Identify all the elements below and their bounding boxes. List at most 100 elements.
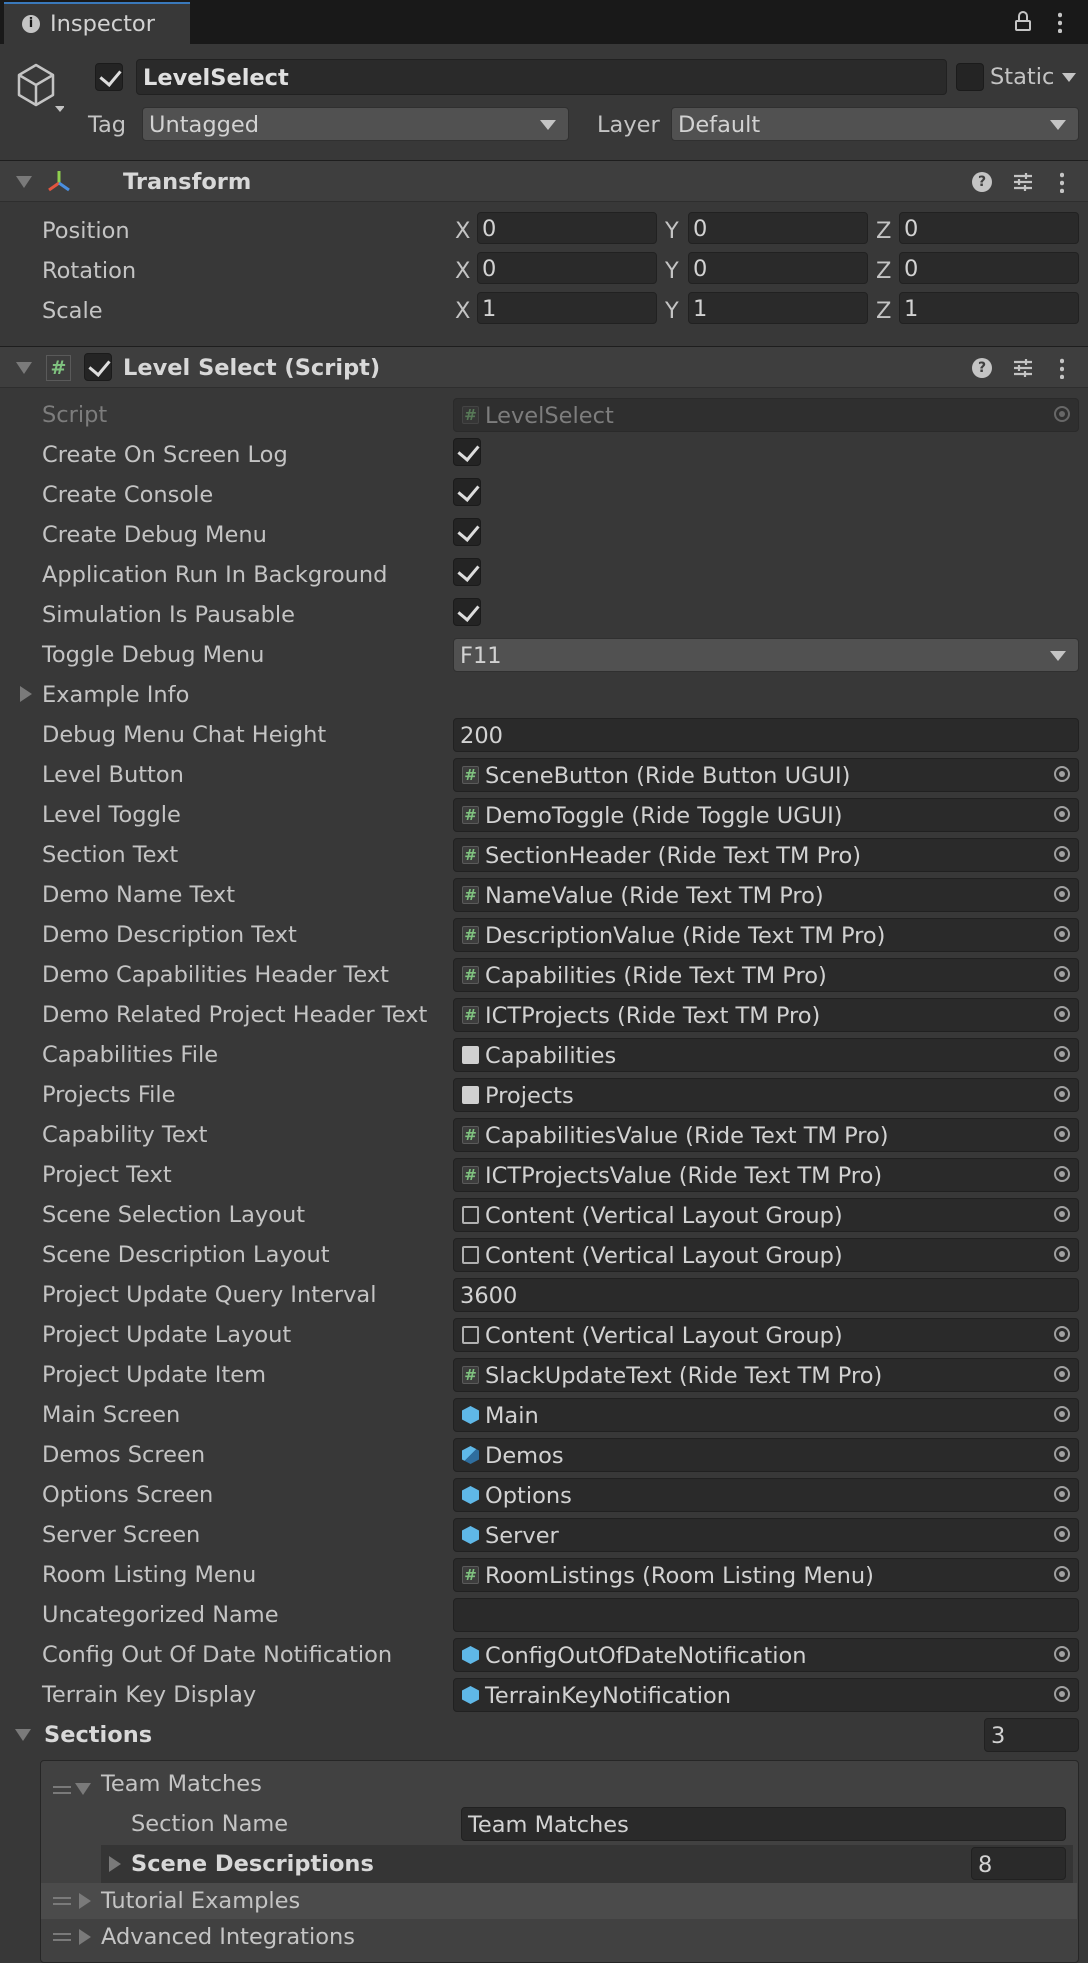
query-interval-field[interactable]: 3600: [453, 1278, 1079, 1312]
object-picker-icon[interactable]: [1054, 806, 1070, 822]
layer-dropdown[interactable]: Default: [671, 107, 1079, 141]
object-reference-field[interactable]: Server: [453, 1518, 1079, 1552]
axis-y-label[interactable]: Y: [665, 260, 679, 283]
object-reference-field[interactable]: Capabilities: [453, 1038, 1079, 1072]
object-reference-field[interactable]: Content (Vertical Layout Group): [453, 1318, 1079, 1352]
axis-y-label[interactable]: Y: [665, 220, 679, 243]
transform-header[interactable]: Transform ?: [0, 160, 1088, 202]
object-picker-icon[interactable]: [1054, 1526, 1070, 1542]
axis-z-label[interactable]: Z: [876, 220, 891, 243]
tag-dropdown[interactable]: Untagged: [142, 107, 569, 141]
list-item[interactable]: Tutorial Examples: [41, 1883, 1077, 1919]
object-reference-field[interactable]: Projects: [453, 1078, 1079, 1112]
presets-icon[interactable]: [1012, 357, 1034, 379]
transform-x-field[interactable]: 1: [477, 292, 657, 324]
example-info-foldout-icon[interactable]: [20, 686, 32, 702]
object-reference-field[interactable]: # NameValue (Ride Text TM Pro): [453, 878, 1079, 912]
object-reference-field[interactable]: Content (Vertical Layout Group): [453, 1238, 1079, 1272]
option-checkbox[interactable]: [453, 438, 481, 466]
object-picker-icon[interactable]: [1054, 766, 1070, 782]
transform-y-field[interactable]: 0: [688, 212, 868, 244]
transform-y-field[interactable]: 1: [688, 292, 868, 324]
sections-label[interactable]: Sections: [44, 1724, 152, 1747]
foldout-arrow-icon[interactable]: [109, 1856, 121, 1872]
static-checkbox[interactable]: [956, 63, 984, 91]
foldout-arrow-icon[interactable]: [79, 1893, 91, 1909]
transform-x-field[interactable]: 0: [477, 212, 657, 244]
axis-x-label[interactable]: X: [455, 300, 470, 323]
transform-y-field[interactable]: 0: [688, 252, 868, 284]
sections-count-field[interactable]: 3: [984, 1718, 1079, 1752]
scene-descriptions-count-field[interactable]: 8: [971, 1847, 1066, 1880]
object-reference-field[interactable]: Options: [453, 1478, 1079, 1512]
object-picker-icon[interactable]: [1054, 1646, 1070, 1662]
object-reference-field[interactable]: # RoomListings (Room Listing Menu): [453, 1558, 1079, 1592]
object-reference-field[interactable]: ConfigOutOfDateNotification: [453, 1638, 1079, 1672]
object-picker-icon[interactable]: [1054, 1206, 1070, 1222]
presets-icon[interactable]: [1012, 171, 1034, 193]
object-reference-field[interactable]: Main: [453, 1398, 1079, 1432]
foldout-arrow-icon[interactable]: [75, 1783, 91, 1795]
option-checkbox[interactable]: [453, 558, 481, 586]
foldout-arrow-icon[interactable]: [79, 1929, 91, 1945]
object-picker-icon[interactable]: [1054, 1046, 1070, 1062]
uncategorized-name-field[interactable]: [453, 1598, 1079, 1632]
section-item-title[interactable]: Team Matches: [101, 1773, 262, 1796]
component-menu-icon[interactable]: [1060, 357, 1064, 379]
object-reference-field[interactable]: # SlackUpdateText (Ride Text TM Pro): [453, 1358, 1079, 1392]
object-reference-field[interactable]: Content (Vertical Layout Group): [453, 1198, 1079, 1232]
help-icon[interactable]: ?: [972, 358, 992, 378]
component-enabled-checkbox[interactable]: [84, 353, 112, 381]
transform-x-field[interactable]: 0: [477, 252, 657, 284]
object-picker-icon[interactable]: [1054, 1246, 1070, 1262]
object-picker-icon[interactable]: [1054, 1166, 1070, 1182]
option-checkbox[interactable]: [453, 478, 481, 506]
object-picker-icon[interactable]: [1054, 1326, 1070, 1342]
object-reference-field[interactable]: # SectionHeader (Ride Text TM Pro): [453, 838, 1079, 872]
object-reference-field[interactable]: TerrainKeyNotification: [453, 1678, 1079, 1712]
object-picker-icon[interactable]: [1054, 1406, 1070, 1422]
option-checkbox[interactable]: [453, 598, 481, 626]
axis-z-label[interactable]: Z: [876, 300, 891, 323]
object-name-field[interactable]: LevelSelect: [136, 59, 947, 95]
list-item[interactable]: Advanced Integrations: [41, 1919, 1077, 1955]
object-picker-icon[interactable]: [1054, 1006, 1070, 1022]
foldout-arrow-icon[interactable]: [16, 176, 32, 188]
foldout-arrow-icon[interactable]: [16, 362, 32, 374]
transform-z-field[interactable]: 1: [899, 292, 1079, 324]
object-picker-icon[interactable]: [1054, 886, 1070, 902]
axis-y-label[interactable]: Y: [665, 300, 679, 323]
tab-inspector[interactable]: i Inspector: [4, 2, 190, 44]
axis-z-label[interactable]: Z: [876, 260, 891, 283]
object-reference-field[interactable]: # DescriptionValue (Ride Text TM Pro): [453, 918, 1079, 952]
lock-icon[interactable]: [1015, 11, 1031, 31]
object-picker-icon[interactable]: [1054, 1486, 1070, 1502]
sections-foldout-icon[interactable]: [15, 1729, 31, 1741]
drag-handle-icon[interactable]: [53, 1897, 71, 1905]
object-picker-icon[interactable]: [1054, 966, 1070, 982]
tab-menu-icon[interactable]: [1058, 11, 1062, 33]
debug-chat-height-field[interactable]: 200: [453, 718, 1079, 752]
component-menu-icon[interactable]: [1060, 171, 1064, 193]
levelselect-header[interactable]: # Level Select (Script) ?: [0, 346, 1088, 388]
object-reference-field[interactable]: # DemoToggle (Ride Toggle UGUI): [453, 798, 1079, 832]
object-reference-field[interactable]: # ICTProjects (Ride Text TM Pro): [453, 998, 1079, 1032]
drag-handle-icon[interactable]: [53, 1933, 71, 1941]
object-picker-icon[interactable]: [1054, 926, 1070, 942]
transform-z-field[interactable]: 0: [899, 212, 1079, 244]
static-dropdown-arrow-icon[interactable]: [1062, 73, 1076, 82]
section-name-field[interactable]: Team Matches: [461, 1807, 1066, 1841]
object-reference-field[interactable]: # SceneButton (Ride Button UGUI): [453, 758, 1079, 792]
axis-x-label[interactable]: X: [455, 260, 470, 283]
object-reference-field[interactable]: Demos: [453, 1438, 1079, 1472]
object-picker-icon[interactable]: [1054, 1686, 1070, 1702]
toggle-debug-menu-dropdown[interactable]: F11: [453, 638, 1079, 672]
help-icon[interactable]: ?: [972, 172, 992, 192]
object-picker-icon[interactable]: [1054, 1086, 1070, 1102]
active-checkbox[interactable]: [95, 63, 123, 91]
object-picker-icon[interactable]: [1054, 1566, 1070, 1582]
object-reference-field[interactable]: # ICTProjectsValue (Ride Text TM Pro): [453, 1158, 1079, 1192]
option-checkbox[interactable]: [453, 518, 481, 546]
object-reference-field[interactable]: # Capabilities (Ride Text TM Pro): [453, 958, 1079, 992]
drag-handle-icon[interactable]: [53, 1786, 71, 1794]
